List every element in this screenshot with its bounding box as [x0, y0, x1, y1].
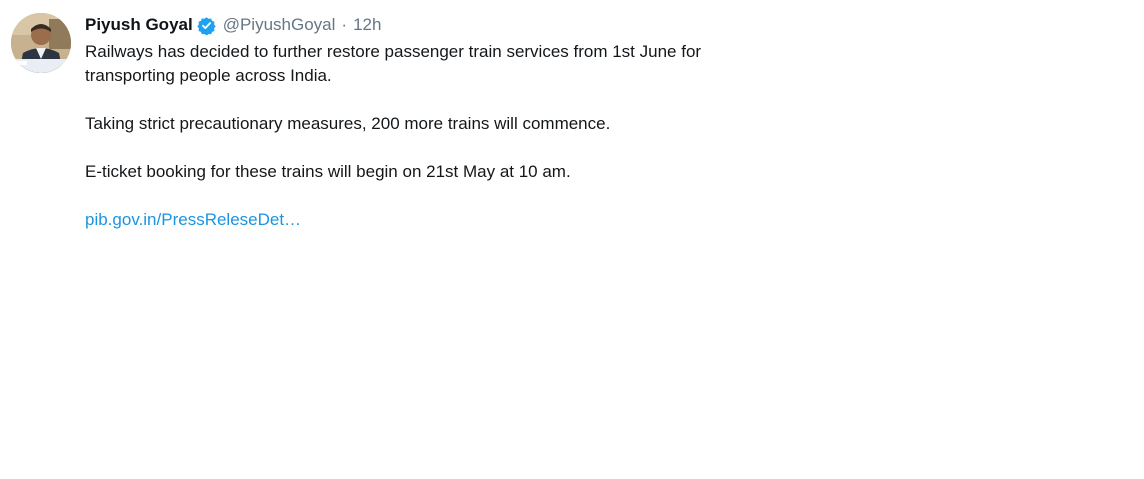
- tweet-paragraph: Railways has decided to further restore …: [85, 42, 702, 85]
- author-handle[interactable]: @PiyushGoyal: [223, 15, 336, 35]
- tweet-paragraph: Taking strict precautionary measures, 20…: [85, 114, 611, 133]
- tweet: Piyush Goyal @PiyushGoyal · 12h Railways…: [0, 0, 1144, 479]
- verified-badge-icon: [197, 16, 216, 36]
- timestamp[interactable]: 12h: [353, 15, 381, 35]
- author-name[interactable]: Piyush Goyal: [85, 15, 193, 35]
- tweet-content: Piyush Goyal @PiyushGoyal · 12h Railways…: [85, 13, 705, 232]
- tweet-header: Piyush Goyal @PiyushGoyal · 12h: [85, 13, 705, 37]
- tweet-body: Railways has decided to further restore …: [85, 40, 705, 232]
- tweet-link[interactable]: pib.gov.in/PressReleseDet…: [85, 210, 301, 229]
- tweet-link-paragraph: pib.gov.in/PressReleseDet…: [85, 208, 705, 232]
- avatar[interactable]: [11, 13, 71, 73]
- profile-photo-icon: [11, 13, 71, 73]
- tweet-paragraph: E-ticket booking for these trains will b…: [85, 162, 571, 181]
- separator-dot: ·: [341, 15, 348, 34]
